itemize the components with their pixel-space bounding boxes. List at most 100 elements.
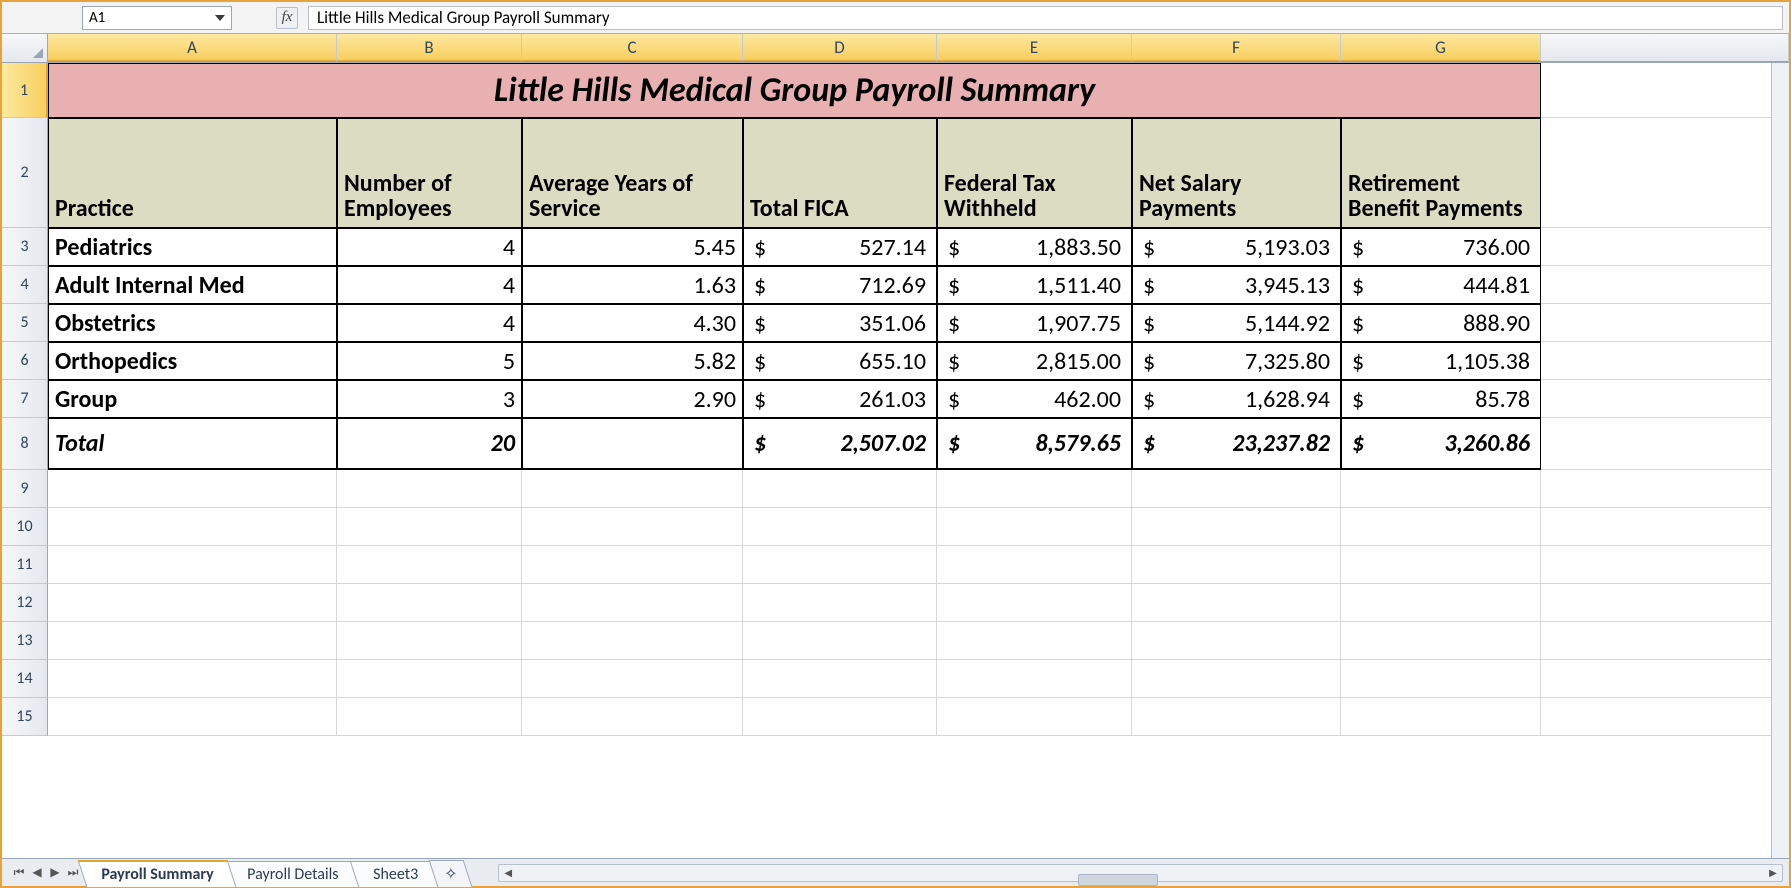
cell[interactable]: $1,511.40 — [937, 266, 1132, 304]
row-header-7[interactable]: 7 — [2, 380, 48, 418]
blank-cell[interactable] — [743, 622, 937, 660]
row-header-10[interactable]: 10 — [2, 508, 48, 546]
insert-function-button[interactable]: fx — [276, 7, 298, 29]
header-cell[interactable]: Net Salary Payments — [1132, 118, 1341, 228]
cell[interactable]: $3,260.86 — [1341, 418, 1541, 470]
cell[interactable]: 20 — [337, 418, 522, 470]
blank-cell[interactable] — [1341, 470, 1541, 508]
cell[interactable]: $527.14 — [743, 228, 937, 266]
cell[interactable]: 5.45 — [522, 228, 743, 266]
blank-cell[interactable] — [1132, 470, 1341, 508]
blank-cell[interactable] — [48, 470, 337, 508]
cell[interactable]: 5 — [337, 342, 522, 380]
blank-cell[interactable] — [743, 660, 937, 698]
cell[interactable]: 4 — [337, 304, 522, 342]
blank-cell[interactable] — [937, 508, 1132, 546]
column-header-E[interactable]: E — [937, 34, 1132, 62]
title-cell[interactable]: Little Hills Medical Group Payroll Summa… — [48, 63, 1541, 118]
sheet-tab[interactable]: Payroll Summary — [78, 860, 237, 887]
row-header-4[interactable]: 4 — [2, 266, 48, 304]
cell[interactable]: $8,579.65 — [937, 418, 1132, 470]
select-all-corner[interactable] — [2, 34, 48, 62]
cell[interactable]: 4.30 — [522, 304, 743, 342]
cell[interactable]: $1,883.50 — [937, 228, 1132, 266]
blank-cell[interactable] — [1132, 660, 1341, 698]
name-box[interactable]: A1 — [82, 6, 232, 30]
column-header-G[interactable]: G — [1341, 34, 1541, 62]
blank-cell[interactable] — [1132, 622, 1341, 660]
row-header-11[interactable]: 11 — [2, 546, 48, 584]
blank-cell[interactable] — [1341, 546, 1541, 584]
cell[interactable] — [522, 418, 743, 470]
row-header-12[interactable]: 12 — [2, 584, 48, 622]
row-header-8[interactable]: 8 — [2, 418, 48, 470]
cell[interactable]: Pediatrics — [48, 228, 337, 266]
row-header-5[interactable]: 5 — [2, 304, 48, 342]
blank-cell[interactable] — [743, 470, 937, 508]
row-header-13[interactable]: 13 — [2, 622, 48, 660]
header-cell[interactable]: Practice — [48, 118, 337, 228]
cell[interactable]: $655.10 — [743, 342, 937, 380]
header-cell[interactable]: Total FICA — [743, 118, 937, 228]
blank-cell[interactable] — [1341, 660, 1541, 698]
blank-cell[interactable] — [337, 584, 522, 622]
cell[interactable]: 4 — [337, 266, 522, 304]
blank-cell[interactable] — [743, 698, 937, 736]
cell[interactable]: 5.82 — [522, 342, 743, 380]
blank-cell[interactable] — [1341, 698, 1541, 736]
cell[interactable]: $7,325.80 — [1132, 342, 1341, 380]
name-box-dropdown-icon[interactable] — [215, 15, 225, 21]
blank-cell[interactable] — [937, 546, 1132, 584]
cell[interactable]: $85.78 — [1341, 380, 1541, 418]
cell[interactable]: $3,945.13 — [1132, 266, 1341, 304]
blank-cell[interactable] — [1132, 546, 1341, 584]
tab-nav-next[interactable]: ▶ — [46, 863, 64, 883]
row-header-6[interactable]: 6 — [2, 342, 48, 380]
column-header-A[interactable]: A — [48, 34, 337, 62]
cell[interactable]: Adult Internal Med — [48, 266, 337, 304]
spreadsheet-grid[interactable]: 1Little Hills Medical Group Payroll Summ… — [2, 63, 1789, 736]
cell[interactable]: 2.90 — [522, 380, 743, 418]
header-cell[interactable]: Federal Tax Withheld — [937, 118, 1132, 228]
cell[interactable]: $2,507.02 — [743, 418, 937, 470]
cell[interactable]: Orthopedics — [48, 342, 337, 380]
blank-cell[interactable] — [48, 698, 337, 736]
column-header-B[interactable]: B — [337, 34, 522, 62]
cell[interactable]: 4 — [337, 228, 522, 266]
blank-cell[interactable] — [522, 470, 743, 508]
blank-cell[interactable] — [48, 660, 337, 698]
blank-cell[interactable] — [937, 698, 1132, 736]
cell[interactable]: $1,628.94 — [1132, 380, 1341, 418]
scroll-thumb[interactable] — [1078, 874, 1158, 886]
scroll-left-icon[interactable]: ◀ — [499, 865, 517, 881]
formula-input[interactable]: Little Hills Medical Group Payroll Summa… — [308, 6, 1783, 30]
blank-cell[interactable] — [522, 508, 743, 546]
blank-cell[interactable] — [337, 470, 522, 508]
blank-cell[interactable] — [337, 698, 522, 736]
blank-cell[interactable] — [1132, 584, 1341, 622]
blank-cell[interactable] — [937, 622, 1132, 660]
blank-cell[interactable] — [522, 660, 743, 698]
cell[interactable]: Obstetrics — [48, 304, 337, 342]
row-header-14[interactable]: 14 — [2, 660, 48, 698]
blank-cell[interactable] — [48, 584, 337, 622]
row-header-2[interactable]: 2 — [2, 118, 48, 228]
blank-cell[interactable] — [937, 660, 1132, 698]
blank-cell[interactable] — [743, 508, 937, 546]
blank-cell[interactable] — [522, 698, 743, 736]
cell[interactable]: $712.69 — [743, 266, 937, 304]
blank-cell[interactable] — [522, 546, 743, 584]
cell[interactable]: $736.00 — [1341, 228, 1541, 266]
blank-cell[interactable] — [337, 660, 522, 698]
horizontal-scrollbar[interactable]: ◀ ▶ — [498, 864, 1783, 882]
cell[interactable]: 1.63 — [522, 266, 743, 304]
cell[interactable]: $261.03 — [743, 380, 937, 418]
cell[interactable]: Group — [48, 380, 337, 418]
cell[interactable]: $888.90 — [1341, 304, 1541, 342]
blank-cell[interactable] — [522, 584, 743, 622]
tab-nav-first[interactable]: ⏮ — [10, 863, 28, 883]
blank-cell[interactable] — [937, 470, 1132, 508]
blank-cell[interactable] — [48, 622, 337, 660]
row-header-15[interactable]: 15 — [2, 698, 48, 736]
blank-cell[interactable] — [1341, 622, 1541, 660]
